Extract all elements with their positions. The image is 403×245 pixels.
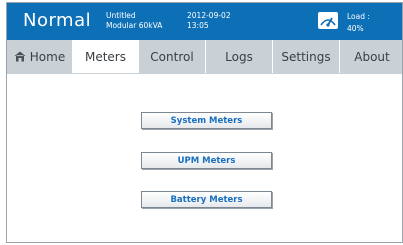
tab-meters-label: Meters <box>84 49 126 64</box>
load-info: Load : 40% <box>347 11 370 35</box>
tab-home[interactable]: Home <box>7 40 73 73</box>
tab-control[interactable]: Control <box>139 40 206 73</box>
battery-meters-button[interactable]: Battery Meters <box>141 191 272 208</box>
tab-logs-label: Logs <box>225 49 253 64</box>
system-meters-button[interactable]: System Meters <box>141 112 272 129</box>
date-text: 2012-09-02 <box>187 11 231 20</box>
model-name: Untitled <box>106 11 136 20</box>
datetime: 2012-09-02 13:05 <box>187 11 231 31</box>
tab-settings[interactable]: Settings <box>273 40 340 73</box>
load-gauge-icon[interactable] <box>318 12 338 29</box>
tab-meters[interactable]: Meters <box>73 40 139 73</box>
ups-display-screen: Normal Untitled Modular 60kVA 2012-09-02… <box>6 2 403 243</box>
upm-meters-button[interactable]: UPM Meters <box>141 152 272 169</box>
tab-home-label: Home <box>29 49 66 64</box>
main-tab-bar: Home Meters Control Logs Settings About <box>7 40 402 73</box>
load-value: 40% <box>347 24 364 33</box>
status-header: Normal Untitled Modular 60kVA 2012-09-02… <box>7 3 402 40</box>
tab-about-label: About <box>354 49 390 64</box>
home-icon <box>14 51 26 62</box>
model-rating: Modular 60kVA <box>106 21 163 30</box>
tab-logs[interactable]: Logs <box>206 40 273 73</box>
time-text: 13:05 <box>187 21 209 30</box>
model-info: Untitled Modular 60kVA <box>106 11 162 31</box>
tab-settings-label: Settings <box>281 49 331 64</box>
tab-control-label: Control <box>150 49 194 64</box>
meters-panel: System Meters UPM Meters Battery Meters <box>7 74 402 242</box>
tab-about[interactable]: About <box>340 40 402 73</box>
system-status-text: Normal <box>23 10 92 31</box>
load-label: Load : <box>347 12 370 21</box>
